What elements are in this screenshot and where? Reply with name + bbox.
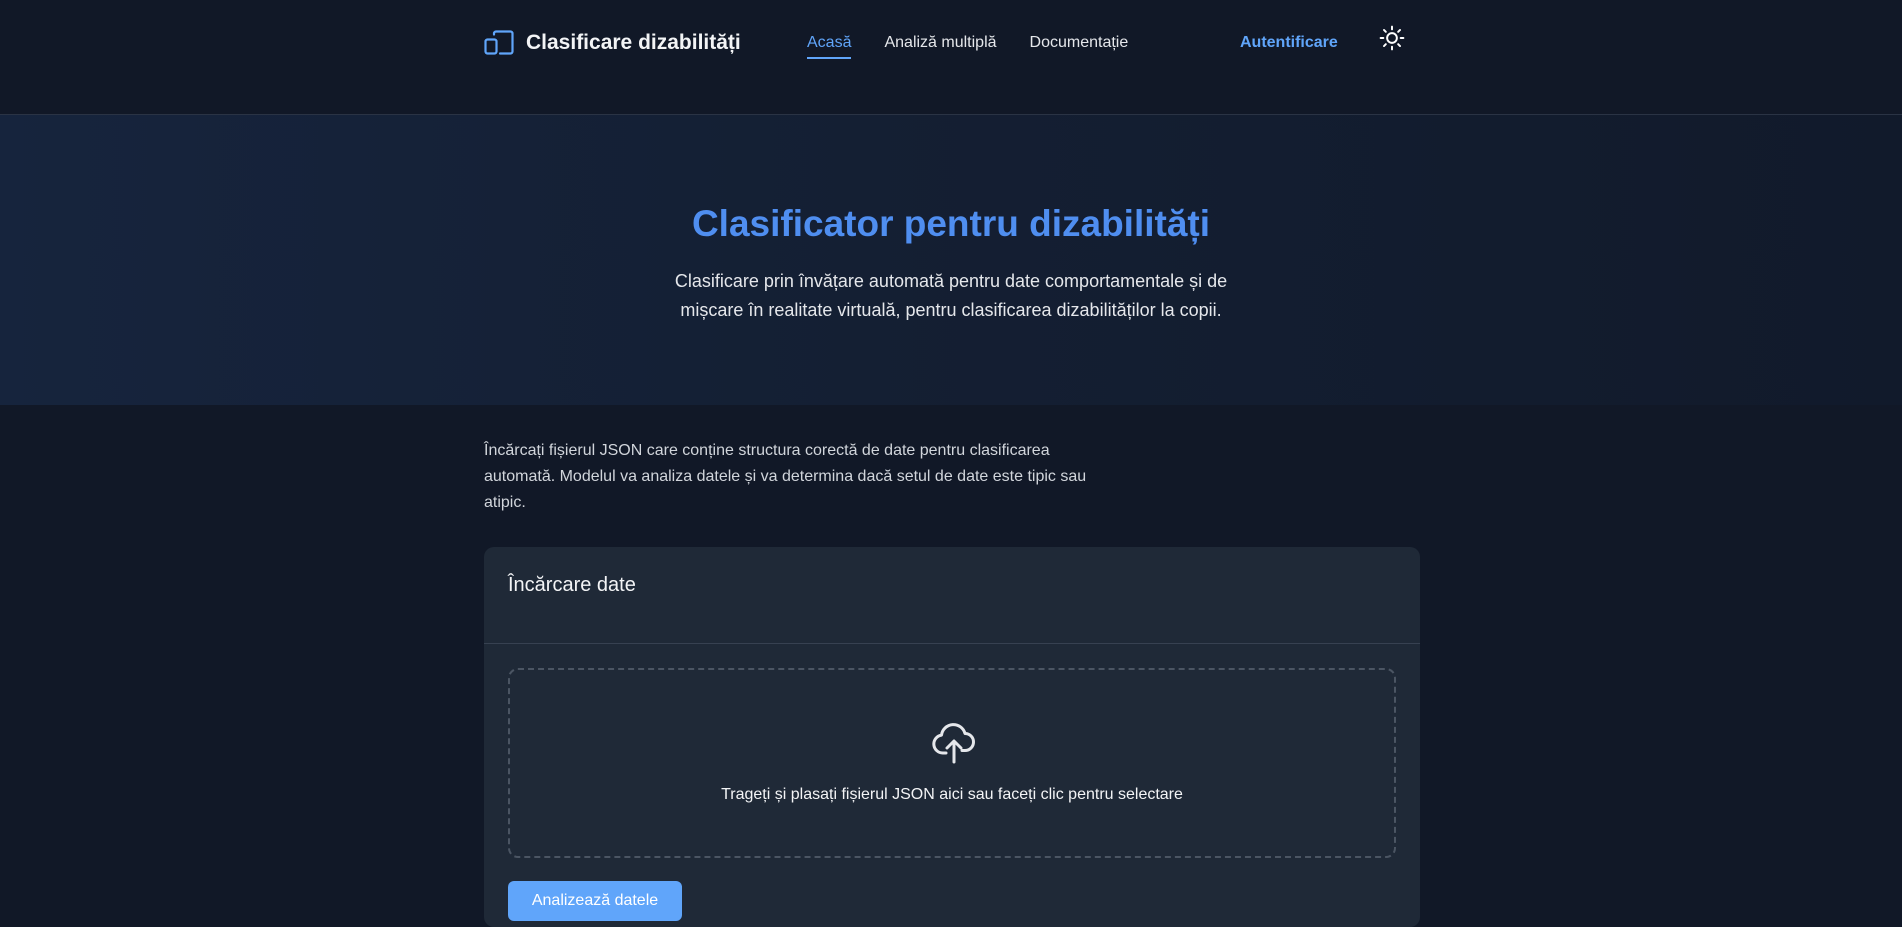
- hero-section: Clasificator pentru dizabilități Clasifi…: [0, 115, 1902, 405]
- card-header: Încărcare date: [484, 547, 1420, 644]
- top-navbar: Clasificare dizabilități Acasă Analiză m…: [0, 0, 1902, 115]
- cloud-upload-icon: [932, 723, 975, 764]
- brand-title: Clasificare dizabilități: [526, 31, 741, 54]
- sun-icon[interactable]: [1379, 25, 1405, 51]
- main-nav: Acasă Analiză multiplă Documentație: [807, 34, 1128, 59]
- brand[interactable]: Clasificare dizabilități: [484, 30, 741, 56]
- nav-item-home[interactable]: Acasă: [807, 34, 852, 59]
- upload-card: Încărcare date Trageți și plasați fișier…: [484, 547, 1420, 927]
- intro-text: Încărcați fișierul JSON care conține str…: [484, 442, 1087, 511]
- hero-subtitle: Clasificare prin învățare automată pentr…: [674, 271, 1228, 320]
- nav-item-multiple-analysis[interactable]: Analiză multiplă: [884, 34, 996, 59]
- file-dropzone[interactable]: Trageți și plasați fișierul JSON aici sa…: [508, 668, 1396, 858]
- card-title: Încărcare date: [508, 574, 636, 596]
- devices-logo-icon: [484, 30, 514, 55]
- dropzone-text: Trageți și plasați fișierul JSON aici sa…: [721, 786, 1183, 803]
- hero-title: Clasificator pentru dizabilități: [691, 203, 1211, 244]
- login-link[interactable]: Autentificare: [1240, 34, 1338, 52]
- nav-item-documentation[interactable]: Documentație: [1030, 34, 1129, 59]
- analyze-button[interactable]: Analizează datele: [508, 881, 682, 921]
